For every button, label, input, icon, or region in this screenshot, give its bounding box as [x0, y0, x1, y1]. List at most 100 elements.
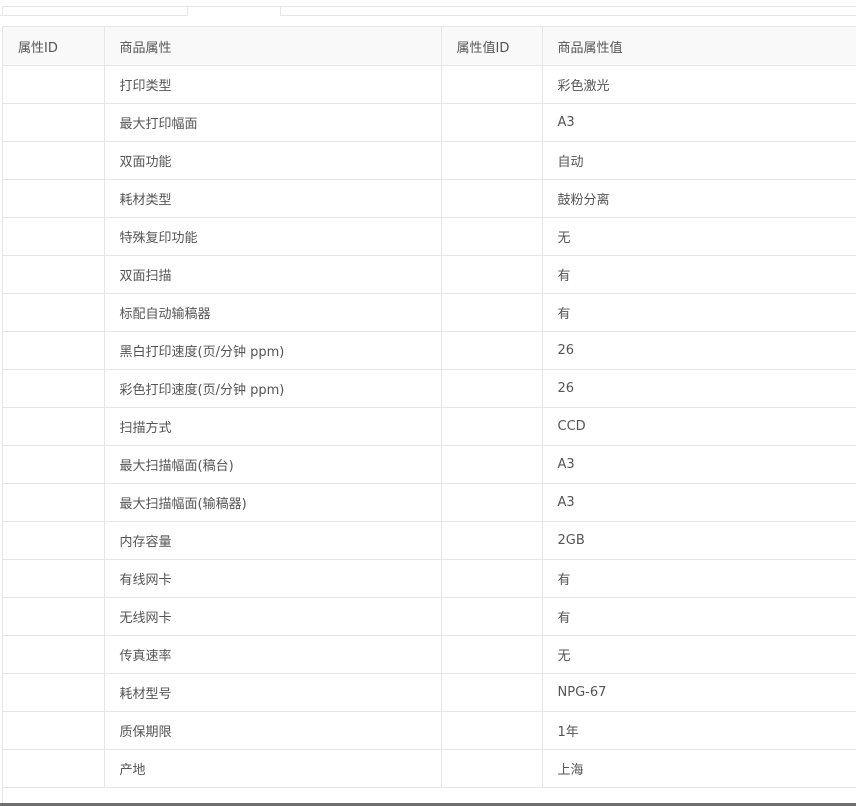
cell-attr-name: 耗材类型: [104, 179, 442, 218]
cell-attr-id: [3, 103, 105, 142]
cell-attr-name: 有线网卡: [104, 559, 442, 598]
table-row[interactable]: 内存容量 2GB: [3, 521, 856, 560]
cell-attr-value: A3: [542, 103, 856, 142]
cell-attr-name: 最大扫描幅面(稿台): [104, 445, 442, 484]
cell-attr-value: 26: [542, 369, 856, 408]
cell-value-id: [441, 407, 543, 446]
table-row[interactable]: 产地 上海: [3, 749, 856, 788]
table-row[interactable]: 传真速率 无: [3, 635, 856, 674]
cell-attr-name: 双面功能: [104, 141, 442, 180]
cell-attr-id: [3, 635, 105, 674]
cell-attr-id: [3, 217, 105, 256]
cell-attr-value: 26: [542, 331, 856, 370]
cell-attr-id: [3, 293, 105, 332]
cell-attr-value: NPG-67: [542, 673, 856, 712]
cell-attr-value: A3: [542, 483, 856, 522]
table-row[interactable]: 最大扫描幅面(输稿器) A3: [3, 483, 856, 522]
cell-attr-value: 自动: [542, 141, 856, 180]
cell-attr-value: 无: [542, 635, 856, 674]
cell-attr-name: 内存容量: [104, 521, 442, 560]
table-row[interactable]: 无线网卡 有: [3, 597, 856, 636]
cell-attr-name: 打印类型: [104, 65, 442, 104]
table-body: 打印类型 彩色激光 最大打印幅面 A3 双面功能 自动 耗材类型 鼓粉分离 特殊复印功能无双面扫…: [3, 65, 856, 788]
table-row[interactable]: 有线网卡 有: [3, 559, 856, 598]
cell-attr-name: 传真速率: [104, 635, 442, 674]
cell-value-id: [441, 597, 543, 636]
cell-attr-id: [3, 483, 105, 522]
table-row[interactable]: 最大扫描幅面(稿台) A3: [3, 445, 856, 484]
cell-attr-name: 黑白打印速度(页/分钟 ppm): [104, 331, 442, 370]
header-value-id: 属性值ID: [441, 26, 543, 66]
product-attributes-view: 属性ID 商品属性 属性值ID 商品属性值 打印类型 彩色激光 最大打印幅面 A3 双面…: [0, 0, 856, 806]
cell-attr-name: 扫描方式: [104, 407, 442, 446]
cell-value-id: [441, 141, 543, 180]
cell-attr-value: 2GB: [542, 521, 856, 560]
cell-value-id: [441, 673, 543, 712]
cell-attr-id: [3, 65, 105, 104]
cell-attr-value: 彩色激光: [542, 65, 856, 104]
cell-attr-name: 彩色打印速度(页/分钟 ppm): [104, 369, 442, 408]
table-row[interactable]: 质保期限 1年: [3, 711, 856, 750]
cell-attr-id: [3, 141, 105, 180]
cell-value-id: [441, 711, 543, 750]
cell-attr-id: [3, 445, 105, 484]
table-row[interactable]: 标配自动输稿器 有: [3, 293, 856, 332]
cell-attr-id: [3, 407, 105, 446]
cell-attr-value: 无: [542, 217, 856, 256]
header-attr-value: 商品属性值: [542, 26, 856, 66]
cell-attr-value: 鼓粉分离: [542, 179, 856, 218]
cell-value-id: [441, 521, 543, 560]
cell-value-id: [441, 293, 543, 332]
table-row[interactable]: 扫描方式 CCD: [3, 407, 856, 446]
cell-value-id: [441, 749, 543, 788]
table-row[interactable]: 特殊复印功能 无: [3, 217, 856, 256]
cell-attr-value: 有: [542, 293, 856, 332]
cell-attr-name: 产地: [104, 749, 442, 788]
cell-attr-name: 标配自动输稿器: [104, 293, 442, 332]
table-row[interactable]: 耗材类型 鼓粉分离: [3, 179, 856, 218]
cell-attr-id: [3, 521, 105, 560]
tab-active[interactable]: [187, 6, 281, 16]
cell-value-id: [441, 179, 543, 218]
cell-attr-id: [3, 673, 105, 712]
cell-attr-name: 质保期限: [104, 711, 442, 750]
cell-attr-id: [3, 331, 105, 370]
cell-attr-name: 特殊复印功能: [104, 217, 442, 256]
cell-attr-value: 有: [542, 255, 856, 294]
cell-value-id: [441, 559, 543, 598]
table-row[interactable]: 双面功能 自动: [3, 141, 856, 180]
table-row[interactable]: 黑白打印速度(页/分钟 ppm) 26: [3, 331, 856, 370]
cell-attr-id: [3, 711, 105, 750]
tab-strip: [0, 0, 856, 16]
cell-attr-value: CCD: [542, 407, 856, 446]
cell-attr-value: 有: [542, 597, 856, 636]
cell-value-id: [441, 635, 543, 674]
table-row[interactable]: 彩色打印速度(页/分钟 ppm) 26: [3, 369, 856, 408]
cell-attr-id: [3, 597, 105, 636]
cell-attr-id: [3, 749, 105, 788]
attributes-table: 属性ID 商品属性 属性值ID 商品属性值 打印类型 彩色激光 最大打印幅面 A3 双面…: [3, 26, 856, 788]
cell-value-id: [441, 483, 543, 522]
cell-attr-value: A3: [542, 445, 856, 484]
cell-attr-value: 有: [542, 559, 856, 598]
cell-attr-value: 上海: [542, 749, 856, 788]
table-row[interactable]: 双面扫描 有: [3, 255, 856, 294]
cell-value-id: [441, 217, 543, 256]
cell-attr-id: [3, 179, 105, 218]
cell-value-id: [441, 331, 543, 370]
header-attr-name: 商品属性: [104, 26, 442, 66]
header-attr-id: 属性ID: [3, 26, 105, 66]
cell-attr-id: [3, 255, 105, 294]
cell-attr-name: 双面扫描: [104, 255, 442, 294]
cell-value-id: [441, 255, 543, 294]
cell-attr-name: 无线网卡: [104, 597, 442, 636]
table-row[interactable]: 最大打印幅面 A3: [3, 103, 856, 142]
cell-attr-value: 1年: [542, 711, 856, 750]
table-row[interactable]: 打印类型 彩色激光: [3, 65, 856, 104]
cell-value-id: [441, 103, 543, 142]
cell-value-id: [441, 369, 543, 408]
cell-attr-name: 最大扫描幅面(输稿器): [104, 483, 442, 522]
cell-attr-id: [3, 559, 105, 598]
tab-strip-line: [2, 6, 856, 15]
table-row[interactable]: 耗材型号 NPG-67: [3, 673, 856, 712]
